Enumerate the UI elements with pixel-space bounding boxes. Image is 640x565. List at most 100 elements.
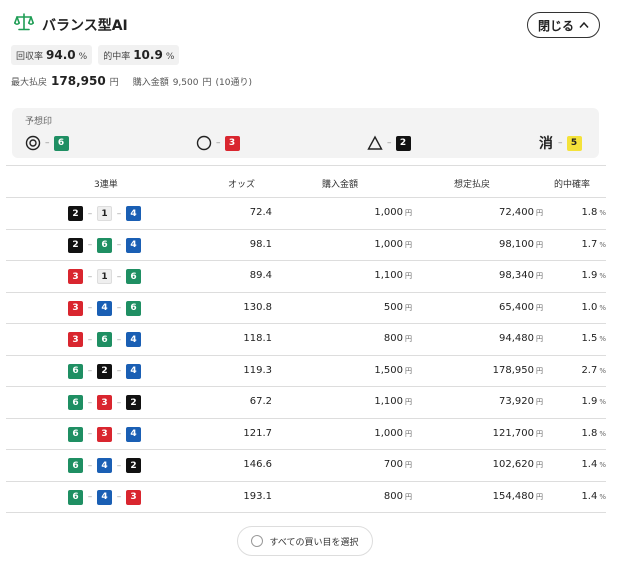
boat-number-badge: 3 <box>68 269 83 284</box>
table-row[interactable]: 6–3–2 67.2 1,100 円 73,920 円 1.9% <box>6 387 606 419</box>
combination: 3–1–6 <box>68 269 141 284</box>
payout-value: 65,400 <box>499 301 534 313</box>
prob-unit: % <box>599 240 606 249</box>
header-odds: オッズ <box>228 180 256 190</box>
hit-rate-unit: % <box>165 52 175 62</box>
combo-separator: – <box>87 240 93 250</box>
hit-rate-value: 10.9 <box>133 48 163 62</box>
boat-number-badge: 4 <box>126 332 141 347</box>
combo-separator: – <box>116 240 122 250</box>
header-combo: 3連単 <box>94 180 118 190</box>
table-row[interactable]: 3–1–6 89.4 1,100 円 98,340 円 1.9% <box>6 261 606 293</box>
combination: 3–6–4 <box>68 332 141 347</box>
purchase-value: 9,500 <box>172 78 199 88</box>
table-row[interactable]: 6–2–4 119.3 1,500 円 178,950 円 2.7% <box>6 356 606 387</box>
boat-number-badge: 3 <box>97 426 112 442</box>
payout-value: 73,920 <box>499 396 534 407</box>
circle-icon <box>196 135 212 151</box>
boat-number-badge: 4 <box>126 237 141 253</box>
boat-number-badge: 6 <box>68 458 83 473</box>
amount-unit: 円 <box>405 461 412 469</box>
table-row[interactable]: 6–3–4 121.7 1,000 円 121,700 円 1.8% <box>6 419 606 450</box>
hit-rate-badge: 的中率 10.9 % <box>98 45 180 65</box>
boat-number-badge: 6 <box>97 237 112 253</box>
prob-value: 1.9 <box>581 270 598 281</box>
amount-unit: 円 <box>405 492 412 501</box>
prob-value: 1.8 <box>581 427 598 439</box>
table-row[interactable]: 3–6–4 118.1 800 円 94,480 円 1.5% <box>6 324 606 356</box>
odds-cell: 119.3 <box>243 365 272 376</box>
boat-number-badge: 3 <box>126 489 141 505</box>
boat-number-badge: 2 <box>97 363 112 379</box>
payout-value: 98,340 <box>499 270 534 281</box>
stats-row: 回収率 94.0 % 的中率 10.9 % <box>11 45 180 65</box>
prob-cell: 1.0% <box>581 302 606 313</box>
payout-cell: 178,950 円 <box>493 365 543 376</box>
amount-unit: 円 <box>405 429 412 438</box>
combination: 2–1–4 <box>68 206 141 221</box>
prob-cell: 1.4% <box>581 491 606 502</box>
amount-value: 700 <box>383 459 403 470</box>
mark-taikou-number: 3 <box>224 135 240 151</box>
prob-cell: 1.7% <box>581 239 606 250</box>
double-circle-icon <box>25 135 41 151</box>
odds-value: 67.2 <box>249 396 272 407</box>
combo-separator: – <box>87 208 93 219</box>
amount-cell: 1,100 円 <box>374 396 412 407</box>
amount-value: 800 <box>383 490 403 502</box>
amount-cell: 1,000 円 <box>374 239 412 250</box>
odds-cell: 72.4 <box>250 207 272 218</box>
odds-cell: 121.7 <box>243 428 272 439</box>
payout-unit: 円 <box>536 461 543 469</box>
table-row[interactable]: 2–6–4 98.1 1,000 円 98,100 円 1.7% <box>6 230 606 261</box>
boat-number-badge: 6 <box>126 300 141 316</box>
prob-unit: % <box>599 303 606 312</box>
prob-value: 1.8 <box>581 207 598 218</box>
amount-value: 1,000 <box>374 427 403 439</box>
table-row[interactable]: 3–4–6 130.8 500 円 65,400 円 1.0% <box>6 293 606 324</box>
close-button[interactable]: 閉じる <box>526 12 600 38</box>
payout-value: 102,620 <box>492 459 534 470</box>
combo-separator: – <box>87 397 93 408</box>
amount-cell: 800 円 <box>384 333 412 344</box>
payout-cell: 98,340 円 <box>499 270 543 281</box>
balance-scale-icon <box>14 13 34 31</box>
amount-value: 1,500 <box>374 364 403 376</box>
recovery-rate-badge: 回収率 94.0 % <box>11 45 93 65</box>
boat-number-badge: 4 <box>126 426 141 442</box>
close-label: 閉じる <box>537 18 574 33</box>
amount-unit: 円 <box>405 209 412 217</box>
payout-cell: 72,400 円 <box>499 207 543 218</box>
select-all-button[interactable]: すべての買い目を選択 <box>237 526 373 556</box>
amount-cell: 700 円 <box>384 459 412 470</box>
payout-unit: 円 <box>536 209 543 217</box>
amount-unit: 円 <box>405 272 412 280</box>
payout-cell: 98,100 円 <box>499 239 543 250</box>
table-row[interactable]: 2–1–4 72.4 1,000 円 72,400 円 1.8% <box>6 198 606 230</box>
prob-value: 1.0 <box>581 301 598 313</box>
odds-value: 118.1 <box>243 333 272 344</box>
payout-cell: 154,480 円 <box>493 491 543 502</box>
odds-value: 72.4 <box>249 207 272 218</box>
boat-number-badge: 4 <box>97 458 112 473</box>
page-title: バランス型AI <box>42 18 128 34</box>
table-header: 3連単 オッズ 購入金額 想定払戻 的中確率 <box>6 165 606 198</box>
purchase-label: 購入金額 <box>132 78 169 88</box>
odds-value: 119.3 <box>243 364 272 376</box>
recovery-rate-value: 94.0 <box>46 48 76 62</box>
prediction-marks-label: 予想印 <box>25 117 53 127</box>
payout-cell: 102,620 円 <box>493 459 543 470</box>
boat-number-badge: 1 <box>97 269 112 284</box>
table-row[interactable]: 6–4–2 146.6 700 円 102,620 円 1.4% <box>6 450 606 482</box>
payout-unit: 円 <box>536 303 543 312</box>
combination: 6–4–3 <box>68 489 141 505</box>
boat-number-badge: 3 <box>68 332 83 347</box>
combo-separator: – <box>116 492 122 502</box>
boat-number-badge: 1 <box>97 206 112 221</box>
amount-cell: 1,100 円 <box>374 270 412 281</box>
table-row[interactable]: 6–4–3 193.1 800 円 154,480 円 1.4% <box>6 482 606 513</box>
payout-unit: 円 <box>536 492 543 501</box>
boat-number-badge: 3 <box>68 300 83 316</box>
header-prob: 的中確率 <box>554 180 591 190</box>
amount-unit: 円 <box>405 366 412 375</box>
